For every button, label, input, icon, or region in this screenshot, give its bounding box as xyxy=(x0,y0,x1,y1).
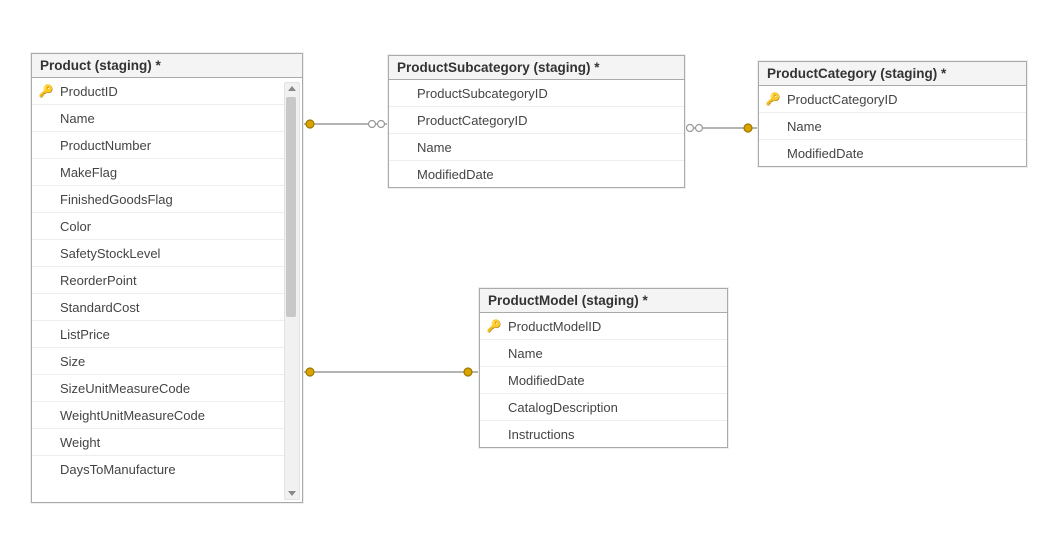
table-column[interactable]: ProductSubcategoryID xyxy=(389,80,684,107)
column-name: Name xyxy=(413,140,678,155)
column-name: Name xyxy=(783,119,1020,134)
table-product-model[interactable]: ProductModel (staging) * 🔑ProductModelID… xyxy=(479,288,728,448)
table-header[interactable]: ProductCategory (staging) * xyxy=(759,62,1026,86)
key-icon: 🔑 xyxy=(763,92,783,106)
key-icon: 🔑 xyxy=(36,84,56,98)
scroll-up-icon[interactable] xyxy=(288,86,296,91)
table-column[interactable]: 🔑ProductModelID xyxy=(480,313,727,340)
diagram-canvas: Product (staging) * 🔑ProductID Name Prod… xyxy=(0,0,1062,548)
table-product[interactable]: Product (staging) * 🔑ProductID Name Prod… xyxy=(31,53,303,503)
table-column[interactable]: StandardCost xyxy=(32,294,286,321)
table-column[interactable]: Color xyxy=(32,213,286,240)
column-name: ModifiedDate xyxy=(783,146,1020,161)
column-name: StandardCost xyxy=(56,300,280,315)
table-column[interactable]: ModifiedDate xyxy=(480,367,727,394)
table-column[interactable]: ListPrice xyxy=(32,321,286,348)
column-name: ProductID xyxy=(56,84,280,99)
column-name: WeightUnitMeasureCode xyxy=(56,408,280,423)
column-name: ProductCategoryID xyxy=(413,113,678,128)
column-name: ProductCategoryID xyxy=(783,92,1020,107)
column-name: SizeUnitMeasureCode xyxy=(56,381,280,396)
column-name: ReorderPoint xyxy=(56,273,280,288)
column-name: Instructions xyxy=(504,427,721,442)
table-column[interactable]: CatalogDescription xyxy=(480,394,727,421)
column-name: DaysToManufacture xyxy=(56,462,280,477)
table-column[interactable]: Name xyxy=(389,134,684,161)
table-title: ProductCategory (staging) * xyxy=(767,66,946,81)
column-list: 🔑ProductCategoryID Name ModifiedDate xyxy=(759,86,1026,166)
table-header[interactable]: Product (staging) * xyxy=(32,54,302,78)
table-title: Product (staging) * xyxy=(40,58,161,73)
table-column[interactable]: Size xyxy=(32,348,286,375)
table-column[interactable]: FinishedGoodsFlag xyxy=(32,186,286,213)
column-name: ProductSubcategoryID xyxy=(413,86,678,101)
table-title: ProductSubcategory (staging) * xyxy=(397,60,600,75)
column-name: Name xyxy=(504,346,721,361)
table-header[interactable]: ProductModel (staging) * xyxy=(480,289,727,313)
table-column[interactable]: MakeFlag xyxy=(32,159,286,186)
table-column[interactable]: ProductNumber xyxy=(32,132,286,159)
table-column[interactable]: 🔑ProductID xyxy=(32,78,286,105)
table-column[interactable]: ModifiedDate xyxy=(759,140,1026,166)
table-column[interactable]: ReorderPoint xyxy=(32,267,286,294)
column-name: Size xyxy=(56,354,280,369)
table-column[interactable]: Instructions xyxy=(480,421,727,447)
column-name: ModifiedDate xyxy=(504,373,721,388)
column-name: ModifiedDate xyxy=(413,167,678,182)
table-column[interactable]: 🔑ProductCategoryID xyxy=(759,86,1026,113)
scroll-down-icon[interactable] xyxy=(288,491,296,496)
column-name: FinishedGoodsFlag xyxy=(56,192,280,207)
table-product-subcategory[interactable]: ProductSubcategory (staging) * ProductSu… xyxy=(388,55,685,188)
table-header[interactable]: ProductSubcategory (staging) * xyxy=(389,56,684,80)
column-list: ProductSubcategoryID ProductCategoryID N… xyxy=(389,80,684,187)
table-column[interactable]: ProductCategoryID xyxy=(389,107,684,134)
scrollbar[interactable] xyxy=(284,82,300,500)
key-icon: 🔑 xyxy=(484,319,504,333)
column-name: Weight xyxy=(56,435,280,450)
table-title: ProductModel (staging) * xyxy=(488,293,648,308)
column-list: 🔑ProductID Name ProductNumber MakeFlag F… xyxy=(32,78,286,482)
table-column[interactable]: Name xyxy=(759,113,1026,140)
table-column[interactable]: Weight xyxy=(32,429,286,456)
table-column[interactable]: Name xyxy=(32,105,286,132)
column-name: ProductNumber xyxy=(56,138,280,153)
table-product-category[interactable]: ProductCategory (staging) * 🔑ProductCate… xyxy=(758,61,1027,167)
column-name: Color xyxy=(56,219,280,234)
column-name: ListPrice xyxy=(56,327,280,342)
table-column[interactable]: SizeUnitMeasureCode xyxy=(32,375,286,402)
scroll-thumb[interactable] xyxy=(286,97,296,317)
column-name: MakeFlag xyxy=(56,165,280,180)
column-name: CatalogDescription xyxy=(504,400,721,415)
table-column[interactable]: Name xyxy=(480,340,727,367)
table-column[interactable]: SafetyStockLevel xyxy=(32,240,286,267)
table-column[interactable]: WeightUnitMeasureCode xyxy=(32,402,286,429)
column-list: 🔑ProductModelID Name ModifiedDate Catalo… xyxy=(480,313,727,447)
column-name: ProductModelID xyxy=(504,319,721,334)
table-column[interactable]: ModifiedDate xyxy=(389,161,684,187)
column-name: Name xyxy=(56,111,280,126)
column-name: SafetyStockLevel xyxy=(56,246,280,261)
table-column[interactable]: DaysToManufacture xyxy=(32,456,286,482)
